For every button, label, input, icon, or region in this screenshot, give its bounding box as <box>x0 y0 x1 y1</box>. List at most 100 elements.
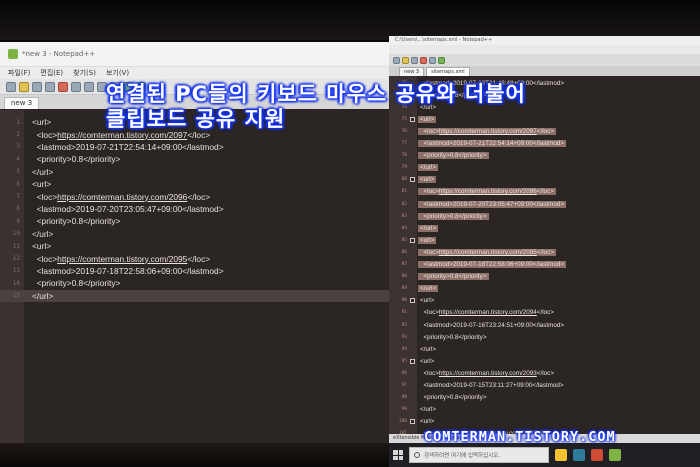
right-editor-area[interactable]: 72 <lastmod>2019-07-23T21:48:48+09:00</l… <box>389 76 700 443</box>
code-line[interactable]: 86 <loc>https://comterman.tistory.com/20… <box>389 246 700 258</box>
code-text: <url> <box>32 241 52 252</box>
code-text: <priority>0.8</priority> <box>32 216 121 227</box>
code-line[interactable]: 93 <priority>0.8</priority> <box>389 331 700 343</box>
code-text: <lastmod>2019-07-20T23:05:47+09:00</last… <box>418 200 567 208</box>
fold-toggle-icon[interactable] <box>410 116 415 122</box>
new-file-icon[interactable] <box>6 81 16 92</box>
code-text: <url> <box>418 176 437 184</box>
monitor-bezel <box>0 0 700 40</box>
code-text: <priority>0.8</priority> <box>418 152 489 160</box>
code-line[interactable]: 84 </url> <box>389 222 700 234</box>
code-line[interactable]: 3 <lastmod>2019-07-21T22:54:14+09:00</la… <box>0 141 390 153</box>
code-line[interactable]: 97 <lastmod>2019-07-15T23:11:27+09:00</l… <box>389 380 700 392</box>
code-line[interactable]: 83 <priority>0.8</priority> <box>389 210 700 222</box>
line-number: 90 <box>401 298 407 304</box>
edge-browser-icon[interactable] <box>573 449 585 461</box>
code-text: </url> <box>32 228 54 239</box>
fold-toggle-icon[interactable] <box>410 358 415 364</box>
tab-new-3[interactable]: new 3 <box>399 67 425 76</box>
code-line[interactable]: 6 <url> <box>0 178 390 190</box>
code-line[interactable]: 95 <url> <box>389 355 700 367</box>
line-number: 83 <box>401 213 407 219</box>
menu-view[interactable]: 보기(V) <box>106 68 129 78</box>
fold-toggle-icon[interactable] <box>410 419 415 425</box>
line-number: 81 <box>401 189 407 195</box>
menu-edit[interactable]: 편집(E) <box>40 68 63 78</box>
code-line[interactable]: 94 </url> <box>389 343 700 355</box>
copy-icon[interactable] <box>429 56 436 64</box>
left-editor-area[interactable]: 1 <url> 2 <loc>https://comterman.tistory.c… <box>0 110 390 443</box>
fold-toggle-icon[interactable] <box>410 298 415 304</box>
close-file-icon[interactable] <box>420 56 427 64</box>
cut-icon[interactable] <box>84 81 94 92</box>
print-icon[interactable] <box>71 81 81 92</box>
code-text: <lastmod>2019-07-21T22:54:14+09:00</last… <box>32 141 224 152</box>
code-line[interactable]: 82 <lastmod>2019-07-20T23:05:47+09:00</l… <box>389 198 700 210</box>
code-text: <lastmod>2019-07-15T23:11:27+09:00</last… <box>420 382 564 390</box>
code-line[interactable]: 100 <url> <box>389 416 700 428</box>
code-line[interactable]: 99 </url> <box>389 404 700 416</box>
code-line[interactable]: 14 <priority>0.8</priority> <box>0 277 390 289</box>
code-line[interactable]: 9 <priority>0.8</priority> <box>0 215 390 227</box>
menu-file[interactable]: 파일(F) <box>8 68 30 78</box>
line-number: 92 <box>401 322 407 328</box>
code-line[interactable]: 10 </url> <box>0 228 390 240</box>
fold-toggle-icon[interactable] <box>410 237 415 243</box>
code-line[interactable]: 76 <loc>https://comterman.tistory.com/20… <box>389 125 700 137</box>
tab-sitemaps-xml[interactable]: sitemaps.xml <box>426 67 470 76</box>
tab-new-3[interactable]: new 3 <box>4 97 40 109</box>
save-icon[interactable] <box>411 56 418 64</box>
right-menubar <box>389 45 700 54</box>
windows-start-icon[interactable] <box>393 450 403 460</box>
notepad-taskbar-icon[interactable] <box>609 449 621 461</box>
undo-icon[interactable] <box>438 56 445 64</box>
code-text: </url> <box>418 164 439 172</box>
code-line[interactable]: 11 <url> <box>0 240 390 252</box>
code-line[interactable]: 81 <loc>https://comterman.tistory.com/20… <box>389 186 700 198</box>
code-line[interactable]: 98 <priority>0.8</priority> <box>389 392 700 404</box>
right-tabbar: new 3 sitemaps.xml <box>389 66 700 76</box>
new-file-icon[interactable] <box>393 56 400 64</box>
menu-search[interactable]: 찾기(S) <box>73 68 96 78</box>
code-line[interactable]: 90 <url> <box>389 295 700 307</box>
code-line[interactable]: 75 <url> <box>389 113 700 125</box>
code-line[interactable]: 4 <priority>0.8</priority> <box>0 153 390 165</box>
code-text: </url> <box>420 345 437 353</box>
code-line[interactable]: 12 <loc>https://comterman.tistory.com/20… <box>0 252 390 264</box>
save-all-icon[interactable] <box>45 81 55 92</box>
code-line[interactable]: 78 <priority>0.8</priority> <box>389 150 700 162</box>
code-line[interactable]: 79 </url> <box>389 162 700 174</box>
code-line[interactable]: 96 <loc>https://comterman.tistory.com/20… <box>389 367 700 379</box>
fold-toggle-icon[interactable] <box>410 177 415 183</box>
code-line[interactable]: 77 <lastmod>2019-07-21T22:54:14+09:00</l… <box>389 138 700 150</box>
code-line[interactable]: 15 </url> <box>0 289 390 302</box>
code-line[interactable]: 7 <loc>https://comterman.tistory.com/209… <box>0 190 390 202</box>
code-text: <url> <box>418 236 437 244</box>
code-line[interactable]: 89 </url> <box>389 283 700 295</box>
save-icon[interactable] <box>32 81 42 92</box>
code-line[interactable]: 88 <priority>0.8</priority> <box>389 271 700 283</box>
line-number: 98 <box>401 395 407 401</box>
file-explorer-icon[interactable] <box>555 449 567 461</box>
taskbar-search-input[interactable]: 검색하려면 여기에 입력하십시오. <box>409 447 549 463</box>
code-line[interactable]: 13 <lastmod>2019-07-18T22:58:06+09:00</l… <box>0 265 390 277</box>
code-line[interactable]: 91 <loc>https://comterman.tistory.com/20… <box>389 307 700 319</box>
chrome-browser-icon[interactable] <box>591 449 603 461</box>
close-file-icon[interactable] <box>58 81 68 92</box>
code-line[interactable]: 80 <url> <box>389 174 700 186</box>
line-number: 86 <box>401 249 407 255</box>
open-file-icon[interactable] <box>19 81 29 92</box>
code-line[interactable]: 87 <lastmod>2019-07-18T22:58:06+09:00</l… <box>389 259 700 271</box>
code-line[interactable]: 92 <lastmod>2019-07-16T23:24:51+09:00</l… <box>389 319 700 331</box>
code-line[interactable]: 5 </url> <box>0 166 390 178</box>
code-line[interactable]: 8 <lastmod>2019-07-20T23:05:47+09:00</la… <box>0 203 390 215</box>
open-file-icon[interactable] <box>402 56 409 64</box>
code-line[interactable]: 85 <url> <box>389 234 700 246</box>
code-text: <url> <box>420 297 435 305</box>
